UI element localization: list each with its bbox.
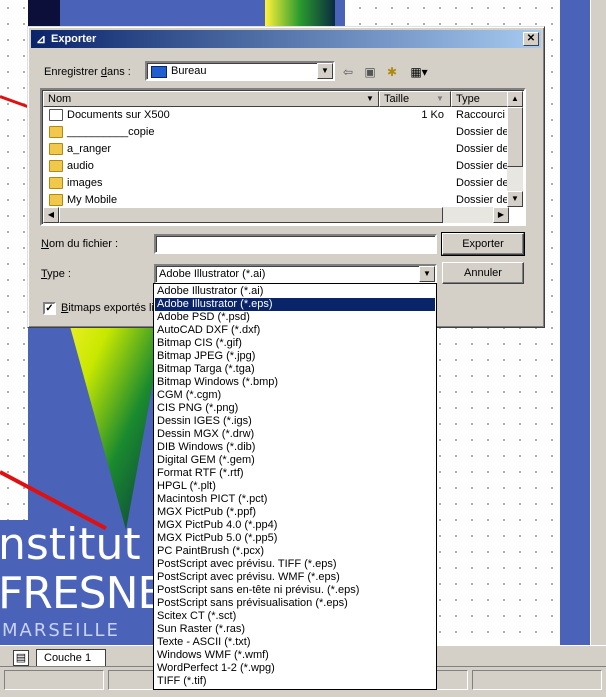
type-value: Adobe Illustrator (*.ai) <box>159 268 266 280</box>
type-dropdown-list[interactable]: Adobe Illustrator (*.ai) Adobe Illustrato… <box>153 283 437 690</box>
type-option[interactable]: Dessin IGES (*.igs) <box>155 415 435 428</box>
sort-arrow-icon: ▼ <box>436 94 444 103</box>
scroll-right-icon[interactable]: ▶ <box>493 207 509 223</box>
column-header-size[interactable]: Taille ▼ ▼ <box>379 91 460 107</box>
type-option[interactable]: PostScript sans prévisualisation (*.eps) <box>155 597 435 610</box>
type-label: Type : <box>41 268 71 280</box>
column-type-label: Type <box>456 93 480 105</box>
type-option[interactable]: Scitex CT (*.sct) <box>155 610 435 623</box>
file-name: images <box>67 177 103 189</box>
back-arrow-icon[interactable]: ⇦ <box>338 63 358 81</box>
save-in-combo[interactable]: Bureau ▼ <box>145 61 335 81</box>
type-select[interactable]: Adobe Illustrator (*.ai) ▼ <box>154 264 437 284</box>
logo-text-institut: nstitut <box>0 519 141 570</box>
folder-icon <box>49 126 63 138</box>
dialog-titlebar[interactable]: ⊿ Exporter ✕ <box>31 30 541 48</box>
filename-input[interactable] <box>154 234 437 254</box>
app-icon: ⊿ <box>35 32 47 46</box>
column-size-label: Taille <box>384 93 410 105</box>
type-option[interactable]: Texte - ASCII (*.txt) <box>155 636 435 649</box>
file-name: audio <box>67 160 94 172</box>
type-option[interactable]: Bitmap Windows (*.bmp) <box>155 376 435 389</box>
file-row[interactable]: Documents sur X500 1 Ko Raccourci <box>43 107 513 124</box>
file-row[interactable]: __________copie Dossier de f <box>43 124 515 141</box>
column-header-type[interactable]: Type <box>451 91 511 107</box>
bitmaps-checkbox[interactable]: ✓ <box>43 302 56 315</box>
file-row[interactable]: a_ranger Dossier de f <box>43 141 515 158</box>
chevron-down-icon[interactable]: ▼ <box>419 266 435 282</box>
save-in-value: Bureau <box>171 65 207 77</box>
type-option[interactable]: Bitmap JPEG (*.jpg) <box>155 350 435 363</box>
sort-arrow-icon: ▼ <box>366 94 374 103</box>
type-option[interactable]: Adobe Illustrator (*.eps) <box>155 298 435 311</box>
type-option[interactable]: PostScript avec prévisu. WMF (*.eps) <box>155 571 435 584</box>
up-folder-icon[interactable]: ▣ <box>360 63 380 81</box>
type-option[interactable]: TIFF (*.tif) <box>155 675 435 688</box>
status-field <box>4 670 104 690</box>
type-option[interactable]: MGX PictPub 5.0 (*.pp5) <box>155 532 435 545</box>
save-in-label: Enregistrer dans : <box>44 66 131 78</box>
logo-text-marseille: MARSEILLE <box>2 620 120 641</box>
file-name: a_ranger <box>67 143 112 155</box>
desktop-icon <box>151 66 167 78</box>
column-name-label: Nom <box>48 93 72 105</box>
type-option[interactable]: DIB Windows (*.dib) <box>155 441 435 454</box>
file-row[interactable]: audio Dossier de f <box>43 158 515 175</box>
type-option[interactable]: MGX PictPub 4.0 (*.pp4) <box>155 519 435 532</box>
color-fan-top <box>265 0 335 28</box>
type-option[interactable]: WordPerfect 1-2 (*.wpg) <box>155 662 435 675</box>
new-folder-icon[interactable]: ✱ <box>382 63 402 81</box>
folder-icon <box>49 177 63 189</box>
type-option[interactable]: Adobe Illustrator (*.ai) <box>155 285 435 298</box>
close-button[interactable]: ✕ <box>523 32 539 46</box>
column-header-name[interactable]: Nom ▼ <box>43 91 379 107</box>
shortcut-icon <box>49 109 63 121</box>
type-option[interactable]: PC PaintBrush (*.pcx) <box>155 545 435 558</box>
type-option[interactable]: PostScript sans en-tête ni prévisu. (*.e… <box>155 584 435 597</box>
right-artwork-strip <box>560 0 590 645</box>
scroll-thumb[interactable] <box>59 207 443 223</box>
type-option[interactable]: Bitmap CIS (*.gif) <box>155 337 435 350</box>
file-size: 1 Ko <box>421 109 444 121</box>
layer-tab[interactable]: Couche 1 <box>36 649 106 666</box>
scroll-left-icon[interactable]: ◀ <box>43 207 59 223</box>
layer-icon[interactable]: ▤ <box>13 650 29 666</box>
cancel-button[interactable]: Annuler <box>442 262 524 284</box>
folder-icon <box>49 143 63 155</box>
type-option[interactable]: PostScript avec prévisu. TIFF (*.eps) <box>155 558 435 571</box>
filename-label: Nom du fichier : <box>41 238 119 250</box>
file-list-vertical-scrollbar[interactable]: ▲ ▼ <box>507 91 523 207</box>
status-field <box>472 670 602 690</box>
export-button[interactable]: Exporter <box>441 232 525 256</box>
type-option[interactable]: Digital GEM (*.gem) <box>155 454 435 467</box>
type-option[interactable]: CGM (*.cgm) <box>155 389 435 402</box>
file-name: Documents sur X500 <box>67 109 170 121</box>
chevron-down-icon[interactable]: ▼ <box>317 63 333 79</box>
type-option[interactable]: Bitmap Targa (*.tga) <box>155 363 435 376</box>
type-option[interactable]: AutoCAD DXF (*.dxf) <box>155 324 435 337</box>
type-option[interactable]: MGX PictPub (*.ppf) <box>155 506 435 519</box>
file-list-horizontal-scrollbar[interactable]: ◀ ▶ <box>43 207 509 223</box>
type-option[interactable]: Sun Raster (*.ras) <box>155 623 435 636</box>
canvas-vertical-scrollbar[interactable] <box>590 0 606 645</box>
scroll-thumb[interactable] <box>507 107 523 167</box>
scroll-up-icon[interactable]: ▲ <box>507 91 523 107</box>
scroll-down-icon[interactable]: ▼ <box>507 191 523 207</box>
file-name: __________copie <box>67 126 155 138</box>
type-option[interactable]: CIS PNG (*.png) <box>155 402 435 415</box>
type-option[interactable]: Windows WMF (*.wmf) <box>155 649 435 662</box>
type-option[interactable]: Dessin MGX (*.drw) <box>155 428 435 441</box>
poster-margin <box>0 0 28 520</box>
folder-icon <box>49 160 63 172</box>
bitmaps-checkbox-label: Bitmaps exportés lis <box>61 302 160 314</box>
type-option[interactable]: Format RTF (*.rtf) <box>155 467 435 480</box>
file-row[interactable]: images Dossier de f <box>43 175 515 192</box>
dialog-title: Exporter <box>51 33 97 45</box>
view-menu-icon[interactable]: ▦▾ <box>406 63 432 81</box>
type-option[interactable]: HPGL (*.plt) <box>155 480 435 493</box>
file-list[interactable]: Nom ▼ Taille ▼ ▼ Type Documents sur X500… <box>40 88 526 226</box>
folder-icon <box>49 194 63 206</box>
type-option[interactable]: Adobe PSD (*.psd) <box>155 311 435 324</box>
type-option[interactable]: Macintosh PICT (*.pct) <box>155 493 435 506</box>
